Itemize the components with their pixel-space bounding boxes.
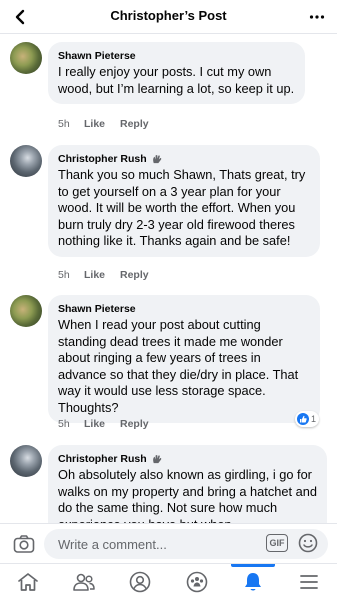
comment-author[interactable]: Christopher Rush — [58, 452, 317, 466]
emoji-icon[interactable] — [298, 533, 318, 553]
comment-bubble[interactable]: Christopher Rush Thank you so much Shawn… — [48, 145, 320, 257]
comment-text: Oh absolutely also known as girdling, i … — [58, 467, 317, 523]
nav-home[interactable] — [0, 564, 56, 600]
groups-icon — [186, 571, 207, 593]
home-icon — [18, 573, 38, 591]
nav-groups[interactable] — [169, 564, 225, 600]
menu-icon — [300, 575, 318, 589]
back-button[interactable] — [8, 5, 32, 29]
reply-button[interactable]: Reply — [120, 118, 149, 130]
notifications-icon — [244, 573, 261, 591]
reaction-summary[interactable]: 1 — [294, 411, 319, 427]
nav-notifications[interactable] — [225, 564, 281, 600]
like-button[interactable]: Like — [84, 118, 120, 130]
nav-menu[interactable] — [281, 564, 337, 600]
nav-profile[interactable] — [112, 564, 168, 600]
camera-button[interactable] — [12, 532, 36, 556]
comment-time[interactable]: 5h — [58, 118, 84, 130]
reply-button[interactable]: Reply — [120, 418, 149, 430]
bottom-navigation — [0, 563, 337, 600]
comment-time[interactable]: 5h — [58, 418, 84, 430]
more-dots-icon — [309, 15, 325, 19]
comment-text: I really enjoy your posts. I cut my own … — [58, 64, 295, 96]
comment-time[interactable]: 5h — [58, 269, 84, 281]
author-badge-icon — [152, 154, 161, 163]
camera-icon — [13, 535, 35, 553]
reaction-count: 1 — [310, 414, 316, 424]
friends-icon — [73, 573, 95, 591]
like-button[interactable]: Like — [84, 418, 120, 430]
avatar[interactable] — [10, 42, 42, 74]
gif-button[interactable]: GIF — [266, 534, 288, 552]
comment-author[interactable]: Shawn Pieterse — [58, 302, 310, 316]
comment-bubble[interactable]: Christopher Rush Oh absolutely also know… — [48, 445, 327, 523]
comment-bubble[interactable]: Shawn Pieterse When I read your post abo… — [48, 295, 320, 423]
avatar[interactable] — [10, 295, 42, 327]
comment-text: When I read your post about cutting stan… — [58, 317, 299, 415]
chevron-left-icon — [15, 9, 25, 25]
avatar[interactable] — [10, 145, 42, 177]
comment-author[interactable]: Christopher Rush — [58, 152, 310, 166]
comment-actions: 5h Like Reply — [58, 418, 149, 430]
post-header: Christopher’s Post — [0, 0, 337, 34]
comment-actions: 5h Like Reply — [58, 118, 149, 130]
like-reaction-icon — [296, 413, 309, 425]
comment-composer: Write a comment... GIF — [0, 523, 337, 563]
nav-friends[interactable] — [56, 564, 112, 600]
comment-text: Thank you so much Shawn, Thats great, tr… — [58, 167, 306, 248]
comment-author[interactable]: Shawn Pieterse — [58, 49, 295, 63]
avatar[interactable] — [10, 445, 42, 477]
page-title: Christopher’s Post — [110, 8, 227, 23]
comment-placeholder: Write a comment... — [58, 537, 167, 552]
more-options-button[interactable] — [305, 5, 329, 29]
comment-item: Christopher Rush Oh absolutely also know… — [0, 443, 337, 523]
author-badge-icon — [152, 454, 161, 463]
comment-actions: 5h Like Reply — [58, 269, 149, 281]
reply-button[interactable]: Reply — [120, 269, 149, 281]
comment-bubble[interactable]: Shawn Pieterse I really enjoy your posts… — [48, 42, 305, 104]
profile-icon — [130, 571, 151, 593]
like-button[interactable]: Like — [84, 269, 120, 281]
